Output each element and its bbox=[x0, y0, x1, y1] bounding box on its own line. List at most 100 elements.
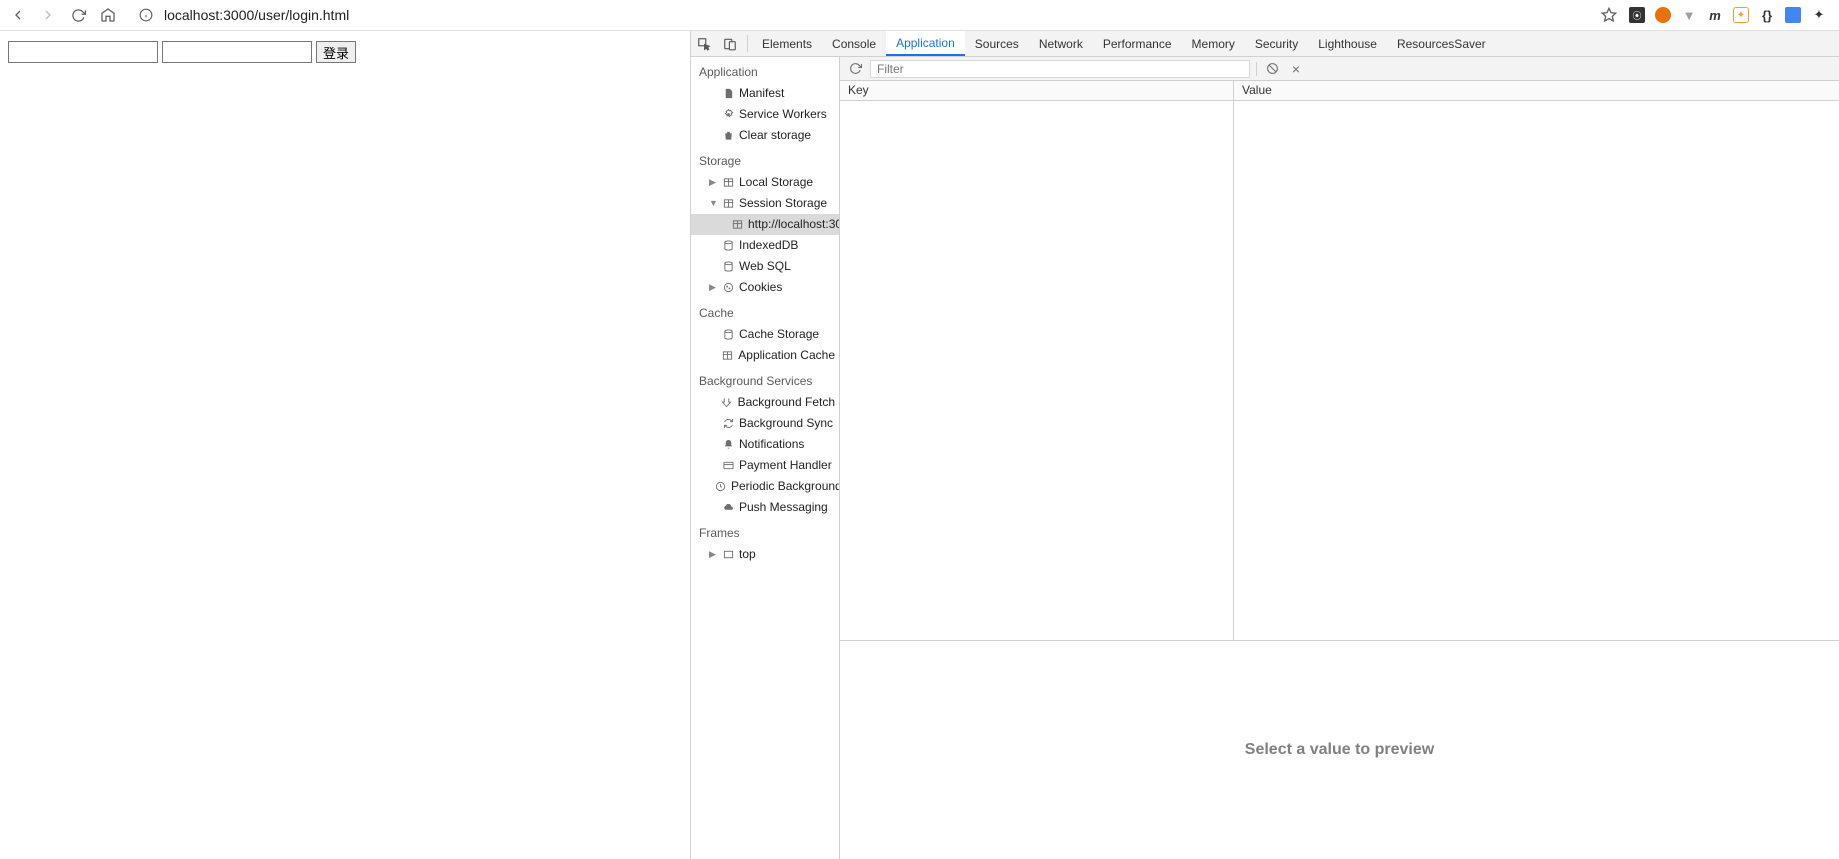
extensions-puzzle-icon[interactable]: ✦ bbox=[1811, 7, 1827, 23]
inspect-element-icon[interactable] bbox=[691, 31, 717, 56]
sidebar-item-cache-storage[interactable]: Cache Storage bbox=[691, 324, 839, 345]
tab-memory[interactable]: Memory bbox=[1182, 31, 1245, 56]
extension-icon-7[interactable] bbox=[1785, 7, 1801, 23]
bookmark-star-icon[interactable] bbox=[1599, 5, 1619, 25]
forward-button[interactable] bbox=[38, 5, 58, 25]
sidebar-item-session-storage[interactable]: ▼ Session Storage bbox=[691, 193, 839, 214]
expand-arrow-icon[interactable]: ▶ bbox=[709, 546, 717, 563]
tab-security[interactable]: Security bbox=[1245, 31, 1308, 56]
sidebar-item-label: Service Workers bbox=[739, 106, 827, 123]
section-frames: Frames bbox=[691, 518, 839, 544]
delete-selected-icon[interactable]: × bbox=[1287, 60, 1305, 78]
sidebar-item-push-messaging[interactable]: Push Messaging bbox=[691, 497, 839, 518]
section-cache: Cache bbox=[691, 298, 839, 324]
reload-button[interactable] bbox=[68, 5, 88, 25]
separator bbox=[1256, 62, 1257, 76]
sidebar-item-payment-handler[interactable]: Payment Handler bbox=[691, 455, 839, 476]
table-icon bbox=[722, 198, 734, 210]
sidebar-item-label: Session Storage bbox=[739, 195, 827, 212]
login-button[interactable]: 登录 bbox=[316, 41, 356, 63]
password-input[interactable] bbox=[162, 41, 312, 63]
sidebar-item-frame-top[interactable]: ▶ top bbox=[691, 544, 839, 565]
tab-application[interactable]: Application bbox=[886, 31, 965, 56]
clock-icon bbox=[714, 481, 726, 493]
tab-network[interactable]: Network bbox=[1029, 31, 1093, 56]
sidebar-item-label: Manifest bbox=[739, 85, 784, 102]
sidebar-item-label: http://localhost:3000 bbox=[748, 216, 840, 233]
sidebar-item-background-fetch[interactable]: Background Fetch bbox=[691, 392, 839, 413]
database-icon bbox=[722, 240, 734, 252]
extension-icon-4[interactable]: m bbox=[1707, 7, 1723, 23]
extensions-area: ⦿ ▼ m ✦ {} ✦ bbox=[1629, 7, 1831, 23]
database-icon bbox=[722, 261, 734, 273]
filter-toolbar: × bbox=[840, 57, 1839, 81]
sidebar-item-application-cache[interactable]: Application Cache bbox=[691, 345, 839, 366]
expand-arrow-icon[interactable]: ▶ bbox=[709, 174, 717, 191]
storage-main-panel: × Key Value Select a value to preview bbox=[840, 57, 1839, 859]
sidebar-item-label: Periodic Background Syn bbox=[731, 478, 840, 495]
home-button[interactable] bbox=[98, 5, 118, 25]
sidebar-item-websql[interactable]: Web SQL bbox=[691, 256, 839, 277]
sidebar-item-clear-storage[interactable]: Clear storage bbox=[691, 125, 839, 146]
username-input[interactable] bbox=[8, 41, 158, 63]
site-info-icon[interactable] bbox=[136, 5, 156, 25]
column-header-value[interactable]: Value bbox=[1234, 81, 1839, 101]
tab-elements[interactable]: Elements bbox=[752, 31, 822, 56]
extension-icon-5[interactable]: ✦ bbox=[1733, 7, 1749, 23]
sidebar-item-label: Cache Storage bbox=[739, 326, 819, 343]
separator bbox=[747, 35, 748, 52]
sidebar-item-label: Background Fetch bbox=[738, 394, 835, 411]
application-sidebar: Application Manifest Service Workers Cle… bbox=[691, 57, 840, 859]
cloud-icon bbox=[722, 502, 734, 514]
address-bar[interactable]: localhost:3000/user/login.html bbox=[128, 3, 1589, 27]
sidebar-item-background-sync[interactable]: Background Sync bbox=[691, 413, 839, 434]
sidebar-item-periodic-sync[interactable]: Periodic Background Syn bbox=[691, 476, 839, 497]
filter-input[interactable] bbox=[870, 60, 1250, 78]
sidebar-item-notifications[interactable]: Notifications bbox=[691, 434, 839, 455]
sidebar-item-manifest[interactable]: Manifest bbox=[691, 83, 839, 104]
tab-lighthouse[interactable]: Lighthouse bbox=[1308, 31, 1387, 56]
sidebar-item-label: top bbox=[739, 546, 756, 563]
tab-sources[interactable]: Sources bbox=[965, 31, 1029, 56]
extension-icon-6[interactable]: {} bbox=[1759, 7, 1775, 23]
sidebar-item-label: Cookies bbox=[739, 279, 782, 296]
login-form: 登录 bbox=[0, 31, 690, 73]
extension-icon-2[interactable] bbox=[1655, 7, 1671, 23]
page-viewport: 登录 bbox=[0, 31, 690, 859]
expand-arrow-icon[interactable]: ▶ bbox=[709, 279, 717, 296]
device-toggle-icon[interactable] bbox=[717, 31, 743, 56]
clear-all-icon[interactable] bbox=[1263, 60, 1281, 78]
sidebar-item-service-workers[interactable]: Service Workers bbox=[691, 104, 839, 125]
refresh-icon[interactable] bbox=[846, 60, 864, 78]
tab-console[interactable]: Console bbox=[822, 31, 886, 56]
section-storage: Storage bbox=[691, 146, 839, 172]
browser-toolbar: localhost:3000/user/login.html ⦿ ▼ m ✦ {… bbox=[0, 0, 1839, 31]
url-text: localhost:3000/user/login.html bbox=[164, 7, 349, 23]
tab-resourcessaver[interactable]: ResourcesSaver bbox=[1387, 31, 1496, 56]
collapse-arrow-icon[interactable]: ▼ bbox=[709, 195, 717, 212]
sidebar-item-indexeddb[interactable]: IndexedDB bbox=[691, 235, 839, 256]
document-icon bbox=[722, 88, 734, 100]
section-background-services: Background Services bbox=[691, 366, 839, 392]
frame-icon bbox=[722, 549, 734, 561]
back-button[interactable] bbox=[8, 5, 28, 25]
devtools-panel: Elements Console Application Sources Net… bbox=[690, 31, 1839, 859]
sidebar-item-session-origin[interactable]: http://localhost:3000 bbox=[691, 214, 839, 235]
sidebar-item-cookies[interactable]: ▶ Cookies bbox=[691, 277, 839, 298]
sidebar-item-local-storage[interactable]: ▶ Local Storage bbox=[691, 172, 839, 193]
key-column: Key bbox=[840, 81, 1234, 640]
sidebar-item-label: Push Messaging bbox=[739, 499, 828, 516]
storage-data-area: Key Value Select a value to preview bbox=[840, 81, 1839, 859]
card-icon bbox=[722, 460, 734, 472]
column-header-key[interactable]: Key bbox=[840, 81, 1233, 101]
sidebar-item-label: Payment Handler bbox=[739, 457, 832, 474]
value-column: Value bbox=[1234, 81, 1839, 640]
extension-icon-3[interactable]: ▼ bbox=[1681, 7, 1697, 23]
tab-performance[interactable]: Performance bbox=[1093, 31, 1182, 56]
cookie-icon bbox=[722, 282, 734, 294]
extension-icon-1[interactable]: ⦿ bbox=[1629, 7, 1645, 23]
fetch-icon bbox=[721, 397, 733, 409]
sync-icon bbox=[722, 418, 734, 430]
sidebar-item-label: Application Cache bbox=[738, 347, 835, 364]
table-icon bbox=[721, 350, 733, 362]
